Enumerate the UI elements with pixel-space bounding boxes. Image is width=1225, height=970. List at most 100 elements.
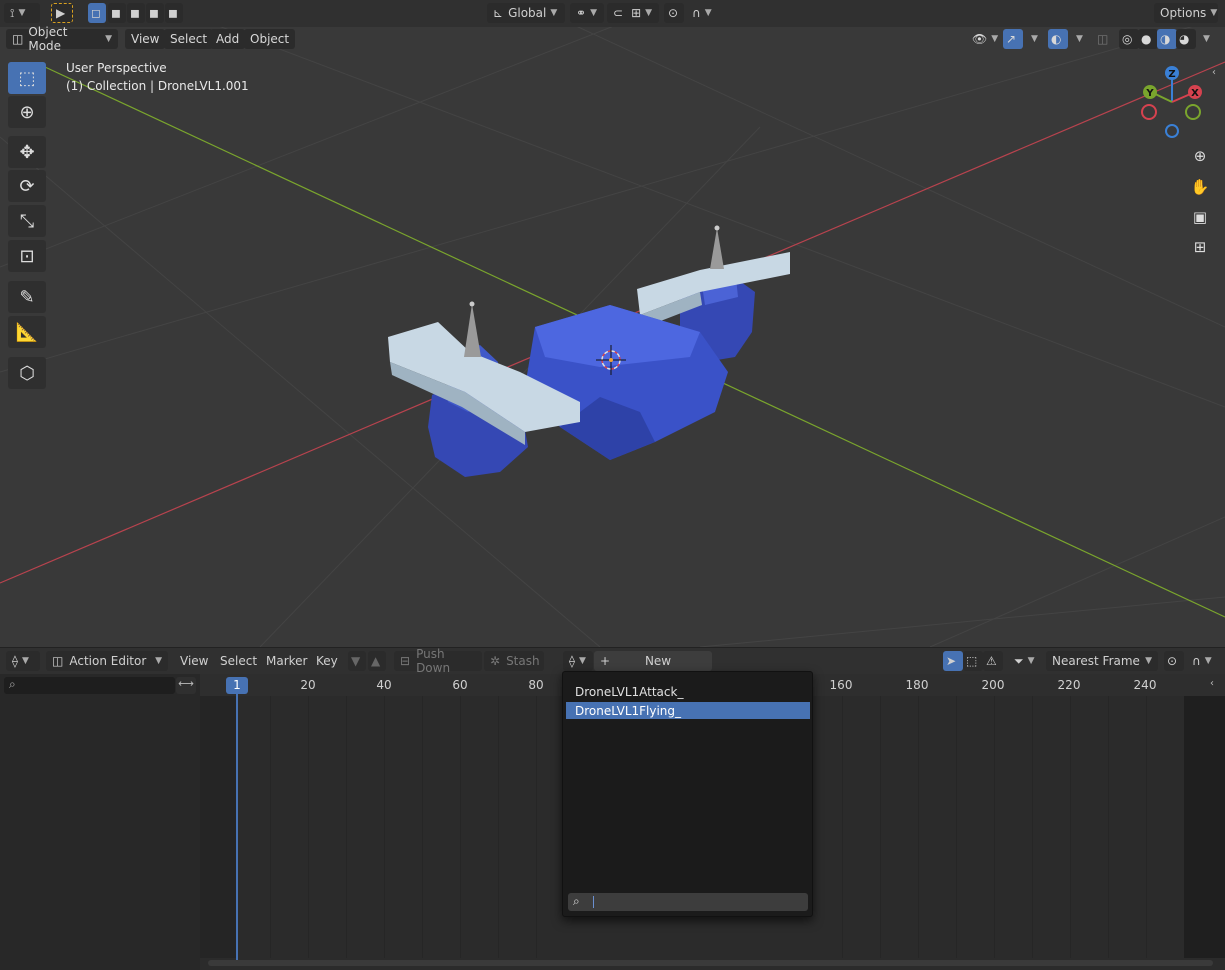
- select-subtract-button[interactable]: ◼: [127, 3, 145, 23]
- gizmo-x-label: X: [1191, 88, 1199, 99]
- annotate-tool[interactable]: ✎: [8, 281, 46, 313]
- select-invert-button[interactable]: ◼: [146, 3, 164, 23]
- channel-search-field[interactable]: ⌕: [4, 677, 175, 694]
- pan-button[interactable]: ✋: [1186, 173, 1214, 201]
- select-extend-icon: ◼: [111, 6, 121, 20]
- 3d-viewport[interactable]: User Perspective (1) Collection | DroneL…: [0, 27, 1225, 647]
- proportional-editing-toggle[interactable]: ⊙: [664, 3, 684, 23]
- editor-type-button[interactable]: ⟠ ▼: [6, 651, 40, 671]
- options-dropdown[interactable]: Options ▼: [1154, 3, 1218, 23]
- visibility-dropdown[interactable]: 👁 ▼: [966, 29, 1000, 49]
- new-action-button[interactable]: + New: [594, 651, 712, 671]
- menu-view[interactable]: View: [174, 651, 214, 671]
- add-cube-tool[interactable]: ⬡: [8, 357, 46, 389]
- tick-label: 60: [452, 678, 468, 692]
- navigation-gizmo[interactable]: Z X Y: [1135, 64, 1215, 144]
- pivot-point-dropdown[interactable]: ⚭ ▼: [570, 3, 604, 23]
- filters-dropdown[interactable]: ⏷ ▼: [1008, 651, 1042, 671]
- snap-dropdown[interactable]: ⊂ ⊞ ▼: [607, 3, 659, 23]
- push-down-button[interactable]: ⊟ Push Down: [394, 647, 482, 675]
- editor-mode-dropdown[interactable]: ◫ Action Editor ▼: [46, 651, 168, 671]
- scale-icon: ⤡: [19, 210, 35, 232]
- xray-toggle[interactable]: ◫: [1094, 29, 1114, 49]
- action-item-flying[interactable]: DroneLVL1Flying_: [566, 702, 810, 719]
- proportional-falloff-dropdown[interactable]: ∩ ▼: [686, 3, 714, 23]
- sidebar-toggle-icon[interactable]: ‹: [1212, 67, 1216, 78]
- menu-select[interactable]: Select: [214, 651, 263, 671]
- editor-type-button[interactable]: ⟟ ▼: [4, 3, 40, 23]
- tick-label: 200: [981, 678, 1005, 692]
- viewport-header: ◫ Object Mode ▼ View Select Add Object 👁…: [0, 25, 1225, 53]
- shading-rendered[interactable]: ◕: [1176, 29, 1196, 49]
- gizmo-neg-x[interactable]: [1141, 104, 1157, 120]
- horizontal-scrollbar[interactable]: [208, 960, 1213, 966]
- zoom-button[interactable]: ⊕: [1186, 142, 1214, 170]
- ortho-toggle-button[interactable]: ⊞: [1186, 233, 1214, 261]
- move-up-button[interactable]: ▲: [368, 651, 386, 671]
- transform-tool[interactable]: ⊡: [8, 240, 46, 272]
- only-selected-toggle[interactable]: ➤: [943, 651, 963, 671]
- chevron-down-icon: ▼: [590, 8, 597, 18]
- move-tool[interactable]: ✥: [8, 136, 46, 168]
- menu-add[interactable]: Add: [210, 29, 246, 49]
- proportional-edit-toggle[interactable]: ⊙: [1164, 651, 1184, 671]
- chevron-down-icon: ▼: [578, 656, 586, 666]
- snap-mode-value: Nearest Frame: [1052, 654, 1140, 668]
- top-header: ⟟ ▼ ▶ ◻ ◼ ◼ ◼ ◼ ⊾ Global ▼ ⚭ ▼ ⊂ ⊞ ▼ ⊙ ∩ ▼ …: [0, 0, 1225, 27]
- gizmo-neg-z[interactable]: [1165, 124, 1179, 138]
- move-down-button[interactable]: ▼: [348, 651, 366, 671]
- drone-model[interactable]: [388, 225, 790, 478]
- menu-marker[interactable]: Marker: [260, 651, 313, 671]
- stash-button[interactable]: ✲ Stash: [484, 651, 544, 671]
- falloff-dropdown[interactable]: ∩ ▼: [1186, 651, 1218, 671]
- shading-dropdown[interactable]: ▼: [1196, 29, 1214, 49]
- shading-solid[interactable]: ●: [1138, 29, 1158, 49]
- menu-key[interactable]: Key: [310, 651, 344, 671]
- gizmo-neg-y[interactable]: [1185, 104, 1201, 120]
- sidebar-toggle-icon[interactable]: ‹: [1210, 678, 1214, 689]
- object-mode-value: Object Mode: [28, 25, 68, 53]
- menu-select[interactable]: Select: [164, 29, 214, 49]
- menu-view[interactable]: View: [125, 29, 166, 49]
- select-new-button[interactable]: ◻: [88, 3, 106, 23]
- select-intersect-button[interactable]: ◼: [165, 3, 183, 23]
- gizmo-dropdown[interactable]: ▼: [1024, 29, 1042, 49]
- playhead-line[interactable]: [236, 692, 238, 962]
- rotate-tool[interactable]: ⟳: [8, 170, 46, 202]
- dopesheet-icon: ⟠: [12, 654, 18, 668]
- tick-label: 240: [1133, 678, 1157, 692]
- only-errors-toggle[interactable]: ⚠: [983, 651, 1003, 671]
- measure-tool[interactable]: 📐: [8, 316, 46, 348]
- channel-region[interactable]: ⌕ ⟷: [0, 674, 200, 970]
- tick-label: 80: [528, 678, 544, 692]
- sync-length-button[interactable]: ⟷: [176, 677, 196, 694]
- snap-mode-dropdown[interactable]: Nearest Frame ▼: [1046, 651, 1158, 671]
- select-box-tool[interactable]: ⬚: [8, 62, 46, 94]
- browse-action-button[interactable]: ⟠ ▼: [563, 651, 593, 671]
- chevron-down-icon: ▼: [155, 656, 162, 666]
- camera-view-button[interactable]: ▣: [1186, 203, 1214, 231]
- chevron-down-icon: ▼: [1145, 656, 1152, 666]
- gizmo-y-label: Y: [1145, 88, 1154, 99]
- overlays-toggle[interactable]: ◐: [1048, 29, 1068, 49]
- scale-tool[interactable]: ⤡: [8, 205, 46, 237]
- gizmo-icon: ↗: [1006, 32, 1017, 46]
- gizmo-toggle[interactable]: ↗: [1003, 29, 1023, 49]
- double-arrow-icon: ⟷: [178, 677, 194, 690]
- menu-object[interactable]: Object: [244, 29, 296, 49]
- shading-material[interactable]: ◑: [1157, 29, 1177, 49]
- falloff-curve-icon: ∩: [692, 6, 701, 20]
- shading-wireframe[interactable]: ◎: [1119, 29, 1139, 49]
- cursor-tool[interactable]: ⊕: [8, 96, 46, 128]
- action-item-attack[interactable]: DroneLVL1Attack_: [566, 683, 810, 700]
- action-search-field[interactable]: ⌕: [568, 893, 808, 911]
- show-hidden-toggle[interactable]: ⬚: [963, 651, 983, 671]
- transform-orientation-dropdown[interactable]: ⊾ Global ▼: [487, 3, 565, 23]
- select-extend-button[interactable]: ◼: [108, 3, 126, 23]
- dashed-box-icon: ⬚: [966, 654, 978, 668]
- cursor-arrow-icon: ➤: [946, 654, 957, 668]
- overlays-dropdown[interactable]: ▼: [1069, 29, 1087, 49]
- select-tool-mode-button[interactable]: ▶: [51, 3, 73, 23]
- object-mode-dropdown[interactable]: ◫ Object Mode ▼: [6, 25, 118, 53]
- falloff-curve-icon: ∩: [1192, 654, 1201, 668]
